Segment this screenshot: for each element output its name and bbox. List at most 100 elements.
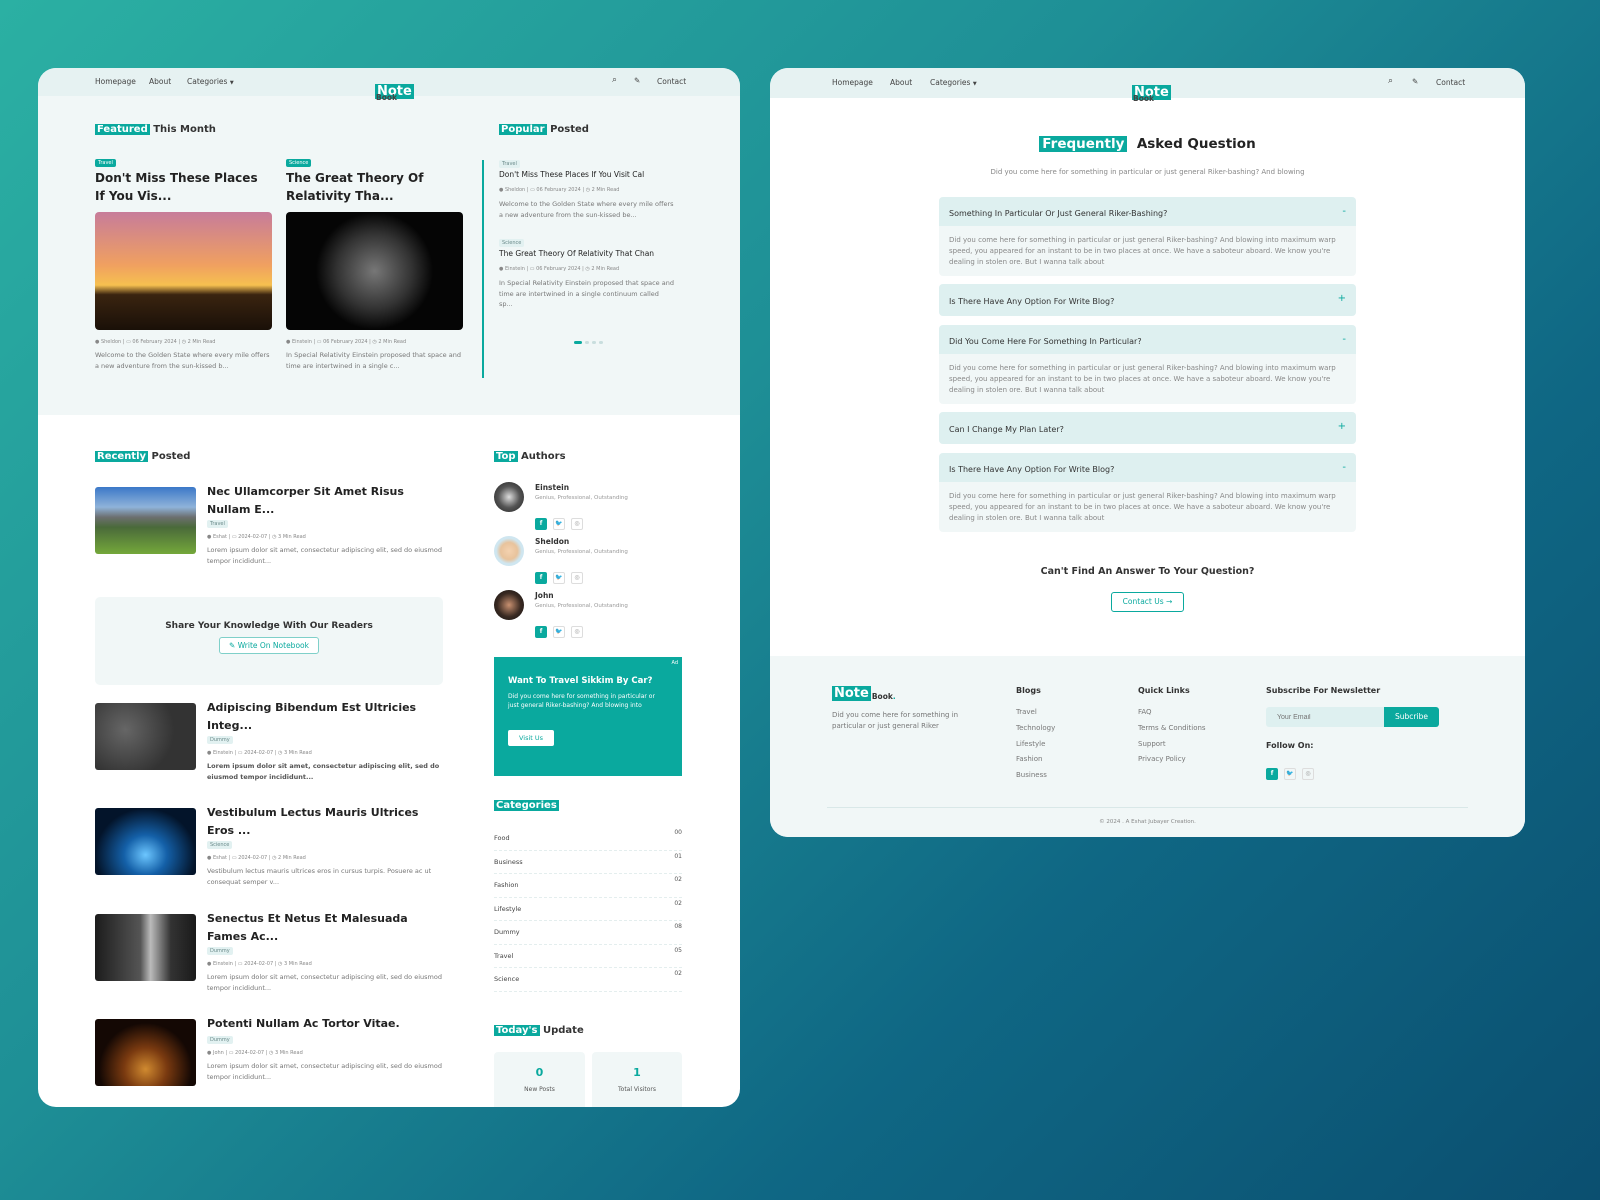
facebook-icon[interactable]: f — [1266, 767, 1278, 780]
post-title[interactable]: Senectus Et Netus Et Malesuada Fames Ac.… — [207, 910, 437, 945]
author-name[interactable]: Eshat — [213, 534, 227, 540]
post-image[interactable] — [95, 212, 272, 330]
author-name[interactable]: Sheldon — [535, 537, 569, 546]
category-row[interactable]: Food 00 — [494, 827, 682, 851]
post-title[interactable]: Adipiscing Bibendum Est Ultricies Integ.… — [207, 699, 437, 734]
faq-question[interactable]: Can I Change My Plan Later? + — [939, 412, 1356, 444]
facebook-icon[interactable]: f — [535, 517, 547, 530]
carousel-dot[interactable] — [592, 341, 596, 344]
post-tag[interactable]: Science — [207, 841, 233, 849]
nav-contact[interactable]: Contact — [1436, 78, 1465, 87]
post-title[interactable]: Nec Ullamcorper Sit Amet Risus Nullam E.… — [207, 483, 437, 518]
nav-categories[interactable]: Categories ▼ — [187, 77, 234, 86]
twitter-icon[interactable]: 🐦 — [553, 517, 565, 530]
category-row[interactable]: Lifestyle 02 — [494, 898, 682, 921]
nav-categories[interactable]: Categories ▼ — [930, 78, 977, 87]
post-tag[interactable]: Science — [286, 159, 312, 167]
instagram-icon[interactable]: ◎ — [571, 625, 583, 638]
category-row[interactable]: Business 01 — [494, 851, 682, 874]
author-name[interactable]: Eshat — [213, 855, 227, 861]
plus-icon[interactable]: + — [1338, 421, 1346, 432]
edit-icon[interactable]: ✎ — [1412, 77, 1418, 86]
post-tag[interactable]: Dummy — [207, 1036, 233, 1044]
author-name[interactable]: John — [213, 1050, 224, 1056]
nav-about[interactable]: About — [890, 78, 912, 87]
faq-question[interactable]: Something In Particular Or Just General … — [939, 197, 1356, 226]
footer-blog-link[interactable]: Fashion — [1016, 755, 1042, 763]
minus-icon[interactable]: - — [1342, 206, 1346, 217]
post-thumbnail[interactable] — [95, 487, 196, 554]
category-row[interactable]: Dummy 08 — [494, 921, 682, 945]
nav-homepage[interactable]: Homepage — [95, 77, 136, 86]
post-thumbnail[interactable] — [95, 1019, 196, 1086]
author-name[interactable]: Einstein — [535, 483, 569, 492]
author-name[interactable]: Einstein — [505, 266, 525, 272]
author-avatar[interactable] — [494, 536, 524, 566]
faq-question[interactable]: Is There Have Any Option For Write Blog?… — [939, 284, 1356, 316]
post-title[interactable]: Potenti Nullam Ac Tortor Vitae. — [207, 1015, 437, 1033]
footer-quick-link[interactable]: Terms & Conditions — [1138, 724, 1206, 732]
nav-contact[interactable]: Contact — [657, 77, 686, 86]
plus-icon[interactable]: + — [1338, 293, 1346, 304]
minus-icon[interactable]: - — [1342, 334, 1346, 345]
instagram-icon[interactable]: ◎ — [571, 517, 583, 530]
carousel-dot[interactable] — [585, 341, 589, 344]
author-name[interactable]: Einstein — [292, 339, 312, 345]
footer-logo[interactable]: Note Book. — [832, 686, 896, 701]
author-name[interactable]: John — [535, 591, 554, 600]
edit-icon[interactable]: ✎ — [634, 76, 640, 85]
footer-blog-link[interactable]: Business — [1016, 771, 1047, 779]
contact-us-button[interactable]: Contact Us → — [1111, 592, 1184, 612]
post-tag[interactable]: Dummy — [207, 736, 233, 744]
facebook-icon[interactable]: f — [535, 625, 547, 638]
post-thumbnail[interactable] — [95, 808, 196, 875]
post-tag[interactable]: Travel — [95, 159, 116, 167]
nav-about[interactable]: About — [149, 77, 171, 86]
post-thumbnail[interactable] — [95, 914, 196, 981]
post-tag[interactable]: Dummy — [207, 947, 233, 955]
category-row[interactable]: Science 02 — [494, 968, 682, 992]
footer-quick-link[interactable]: Privacy Policy — [1138, 755, 1186, 763]
author-avatar[interactable] — [494, 482, 524, 512]
subscribe-button[interactable]: Subcribe — [1384, 707, 1439, 727]
footer-blog-link[interactable]: Technology — [1016, 724, 1055, 732]
search-icon[interactable]: ⌕ — [612, 75, 617, 85]
category-row[interactable]: Travel 05 — [494, 945, 682, 968]
author-name[interactable]: Einstein — [213, 961, 233, 967]
instagram-icon[interactable]: ◎ — [1302, 767, 1314, 780]
footer-quick-link[interactable]: Support — [1138, 740, 1166, 748]
visit-us-button[interactable]: Visit Us — [508, 730, 555, 746]
category-row[interactable]: Fashion 02 — [494, 874, 682, 898]
post-tag[interactable]: Science — [499, 239, 525, 247]
footer-blog-link[interactable]: Lifestyle — [1016, 740, 1045, 748]
carousel-dot-active[interactable] — [574, 341, 582, 344]
nav-homepage[interactable]: Homepage — [832, 78, 873, 87]
footer-blog-link[interactable]: Travel — [1016, 708, 1037, 716]
instagram-icon[interactable]: ◎ — [571, 571, 583, 584]
author-avatar[interactable] — [494, 590, 524, 620]
post-title[interactable]: Don't Miss These Places If You Vis... — [95, 169, 271, 205]
author-name[interactable]: Einstein — [213, 750, 233, 756]
post-tag[interactable]: Travel — [207, 520, 228, 528]
post-title[interactable]: The Great Theory Of Relativity That Chan — [499, 249, 654, 258]
twitter-icon[interactable]: 🐦 — [1284, 767, 1296, 780]
email-input[interactable] — [1266, 707, 1384, 727]
post-title[interactable]: Don't Miss These Places If You Visit Cal — [499, 170, 644, 179]
post-tag[interactable]: Travel — [499, 160, 520, 168]
post-image[interactable] — [286, 212, 463, 330]
author-name[interactable]: Sheldon — [101, 339, 121, 345]
minus-icon[interactable]: - — [1342, 462, 1346, 473]
twitter-icon[interactable]: 🐦 — [553, 625, 565, 638]
faq-question[interactable]: Did You Come Here For Something In Parti… — [939, 325, 1356, 354]
twitter-icon[interactable]: 🐦 — [553, 571, 565, 584]
post-title[interactable]: Vestibulum Lectus Mauris Ultrices Eros .… — [207, 804, 437, 839]
post-title[interactable]: The Great Theory Of Relativity Tha... — [286, 169, 462, 205]
facebook-icon[interactable]: f — [535, 571, 547, 584]
write-on-notebook-button[interactable]: ✎ Write On Notebook — [219, 637, 319, 654]
faq-question[interactable]: Is There Have Any Option For Write Blog?… — [939, 453, 1356, 482]
footer-quick-link[interactable]: FAQ — [1138, 708, 1152, 716]
search-icon[interactable]: ⌕ — [1388, 76, 1393, 86]
post-thumbnail[interactable] — [95, 703, 196, 770]
carousel-dot[interactable] — [599, 341, 603, 344]
author-name[interactable]: Sheldon — [505, 187, 525, 193]
